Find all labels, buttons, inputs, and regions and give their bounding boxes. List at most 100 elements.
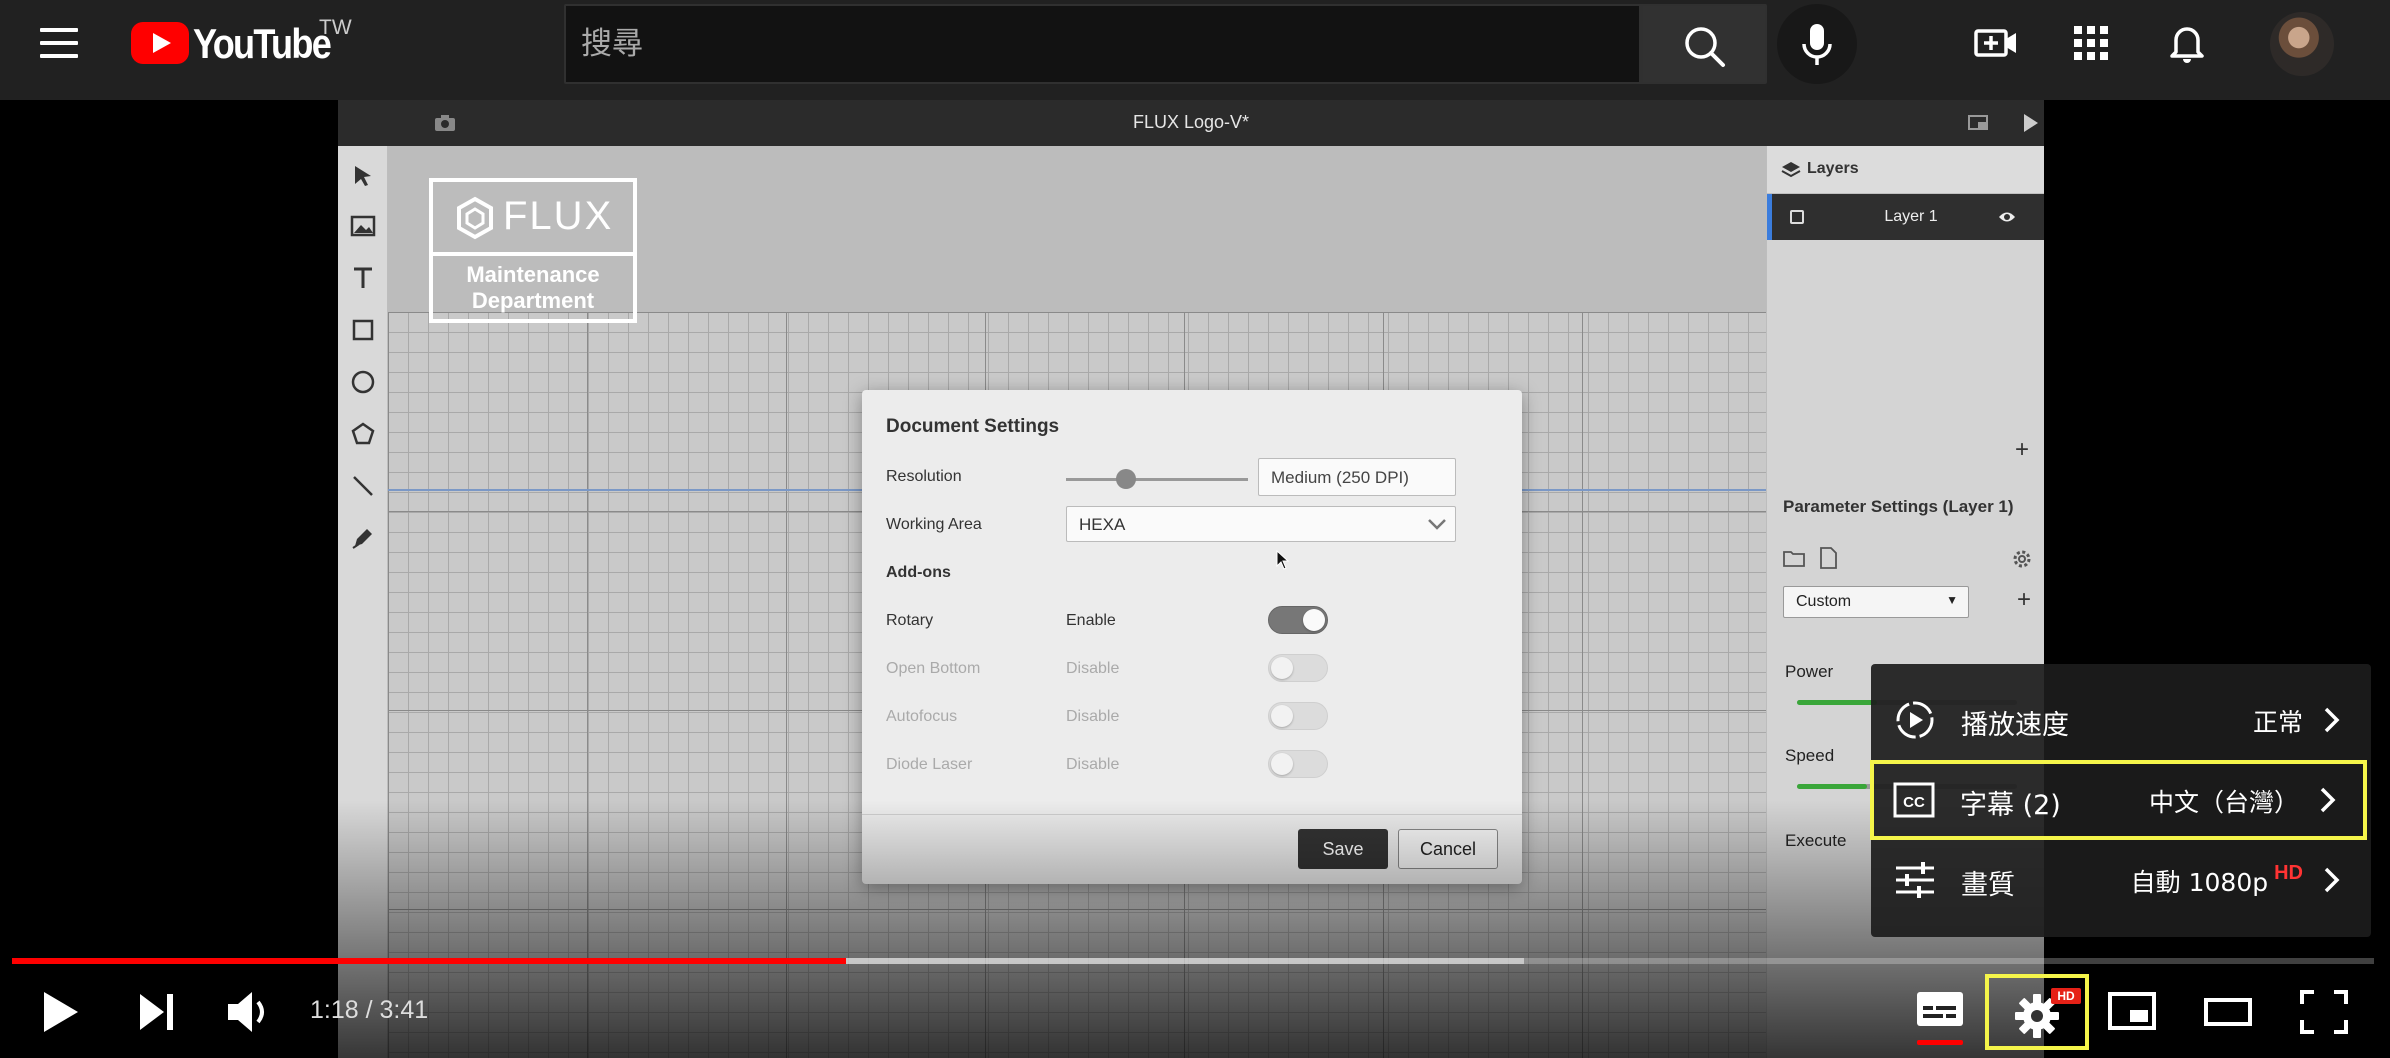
save-preset-icon[interactable] bbox=[1819, 547, 1837, 569]
speed-slider-fill bbox=[1797, 784, 1867, 789]
autofocus-label: Autofocus bbox=[886, 708, 958, 725]
preset-select[interactable]: Custom ▼ bbox=[1783, 586, 1969, 618]
chevron-right-icon bbox=[2324, 867, 2340, 893]
add-layer-icon[interactable]: + bbox=[2015, 436, 2029, 464]
youtube-header: YouTube TW bbox=[0, 0, 2390, 100]
apps-grid-icon[interactable] bbox=[2066, 18, 2116, 68]
flux-logo-subtitle: Maintenance Department bbox=[433, 262, 633, 314]
rotary-toggle[interactable] bbox=[1268, 606, 1328, 634]
chevron-right-icon bbox=[2324, 707, 2340, 733]
preset-value: Custom bbox=[1796, 593, 1852, 610]
open-bottom-label: Open Bottom bbox=[886, 660, 981, 677]
subtitles-active-indicator bbox=[1917, 1040, 1963, 1045]
menu-item-subtitles[interactable]: CC 字幕 (2) 中文（台灣） bbox=[1870, 760, 2367, 840]
search-box bbox=[564, 4, 1641, 84]
settings-button[interactable]: HD bbox=[1985, 974, 2089, 1050]
play-icon[interactable] bbox=[38, 984, 84, 1040]
video-player[interactable]: FLUX Logo-V* FLUX Maintenance Department… bbox=[338, 100, 2044, 1058]
region-code: TW bbox=[319, 16, 352, 39]
left-toolbar bbox=[338, 146, 388, 1058]
save-button[interactable]: Save bbox=[1298, 829, 1388, 869]
resolution-value-box: Medium (250 DPI) bbox=[1258, 458, 1456, 496]
open-bottom-toggle[interactable] bbox=[1268, 654, 1328, 682]
chevron-down-icon bbox=[1428, 519, 1446, 530]
menu-value: 中文（台灣） bbox=[2148, 788, 2299, 817]
playback-speed-icon bbox=[1896, 701, 1934, 739]
app-title-bar: FLUX Logo-V* bbox=[338, 100, 2044, 146]
folder-icon[interactable] bbox=[1783, 549, 1805, 567]
youtube-play-logo-icon bbox=[131, 22, 189, 64]
addons-heading: Add-ons bbox=[886, 564, 951, 581]
dialog-divider bbox=[862, 814, 1522, 815]
speed-label: Speed bbox=[1785, 746, 1835, 765]
played-progress bbox=[12, 958, 846, 964]
cancel-button[interactable]: Cancel bbox=[1398, 829, 1498, 869]
search-button[interactable] bbox=[1641, 4, 1767, 84]
voice-search-button[interactable] bbox=[1777, 4, 1857, 84]
gear-icon[interactable] bbox=[2011, 548, 2033, 570]
rotary-label: Rotary bbox=[886, 612, 934, 629]
quality-value: 自動 1080p bbox=[2130, 868, 2269, 897]
power-slider-fill bbox=[1797, 700, 1877, 705]
select-cursor-icon bbox=[355, 166, 371, 186]
autofocus-toggle[interactable] bbox=[1268, 702, 1328, 730]
menu-value: 正常 bbox=[2252, 708, 2303, 737]
subtitles-cc-icon[interactable] bbox=[1914, 984, 1966, 1040]
svg-text:CC: CC bbox=[1903, 794, 1925, 811]
notifications-bell-icon[interactable] bbox=[2162, 18, 2212, 68]
diode-laser-label: Diode Laser bbox=[886, 756, 973, 773]
fullscreen-icon[interactable] bbox=[2298, 984, 2350, 1040]
menu-item-playback-speed[interactable]: 播放速度 正常 bbox=[1871, 680, 2371, 760]
next-video-icon[interactable] bbox=[134, 984, 180, 1040]
settings-menu: 播放速度 正常 CC 字幕 (2) 中文（台灣） 畫質 自動 1080p HD bbox=[1870, 664, 2371, 937]
volume-icon[interactable] bbox=[222, 984, 274, 1040]
avatar[interactable] bbox=[2270, 12, 2334, 76]
progress-bar[interactable] bbox=[12, 958, 2374, 964]
time-display: 1:18 / 3:41 bbox=[310, 996, 429, 1024]
search-icon bbox=[1685, 27, 1725, 67]
execute-label: Execute bbox=[1785, 831, 1847, 850]
working-area-select[interactable]: HEXA bbox=[1066, 506, 1456, 542]
open-bottom-state: Disable bbox=[1066, 660, 1120, 677]
search-input[interactable] bbox=[566, 6, 1639, 82]
add-preset-icon[interactable]: + bbox=[2017, 586, 2031, 614]
autofocus-state: Disable bbox=[1066, 708, 1120, 725]
play-start-icon bbox=[2024, 114, 2038, 132]
parameter-settings-title: Parameter Settings (Layer 1) bbox=[1783, 497, 2014, 516]
microphone-icon bbox=[1802, 24, 1832, 65]
flux-hexagon-icon bbox=[457, 196, 493, 240]
hd-superscript: HD bbox=[2274, 862, 2303, 884]
menu-item-quality[interactable]: 畫質 自動 1080p HD bbox=[1871, 840, 2371, 920]
text-tool-icon bbox=[354, 267, 372, 288]
pen-tool-icon bbox=[352, 529, 372, 549]
preview-icon bbox=[1968, 115, 1988, 130]
menu-icon[interactable] bbox=[40, 26, 80, 60]
diode-laser-toggle[interactable] bbox=[1268, 750, 1328, 778]
resolution-slider-handle[interactable] bbox=[1116, 469, 1136, 489]
rotary-state: Enable bbox=[1066, 612, 1116, 629]
layer-row[interactable]: Layer 1 bbox=[1767, 194, 2044, 240]
subtitles-icon: CC bbox=[1893, 782, 1935, 818]
flux-subtitle-line-2: Department bbox=[471, 288, 595, 313]
flux-logo-artwork: FLUX Maintenance Department bbox=[429, 178, 637, 323]
miniplayer-icon[interactable] bbox=[2106, 984, 2158, 1040]
flux-subtitle-line-1: Maintenance bbox=[466, 262, 600, 287]
youtube-wordmark: YouTube bbox=[193, 20, 332, 67]
resolution-label: Resolution bbox=[886, 468, 962, 485]
layers-icon bbox=[1781, 162, 1801, 178]
caret-down-icon: ▼ bbox=[1946, 593, 1958, 607]
hd-badge: HD bbox=[2051, 988, 2081, 1004]
menu-value: 自動 1080p HD bbox=[2130, 862, 2303, 899]
image-icon bbox=[350, 215, 376, 237]
working-area-label: Working Area bbox=[886, 516, 982, 533]
resolution-slider[interactable] bbox=[1066, 478, 1248, 481]
layers-title: Layers bbox=[1807, 160, 1859, 177]
visibility-eye-icon[interactable] bbox=[1998, 210, 2016, 224]
create-video-icon[interactable] bbox=[1971, 18, 2021, 68]
working-area-value: HEXA bbox=[1079, 515, 1126, 534]
power-label: Power bbox=[1785, 662, 1834, 681]
menu-label: 播放速度 bbox=[1961, 710, 2069, 741]
quality-sliders-icon bbox=[1896, 862, 1934, 898]
app-title: FLUX Logo-V* bbox=[1132, 112, 1250, 132]
theater-mode-icon[interactable] bbox=[2202, 984, 2254, 1040]
